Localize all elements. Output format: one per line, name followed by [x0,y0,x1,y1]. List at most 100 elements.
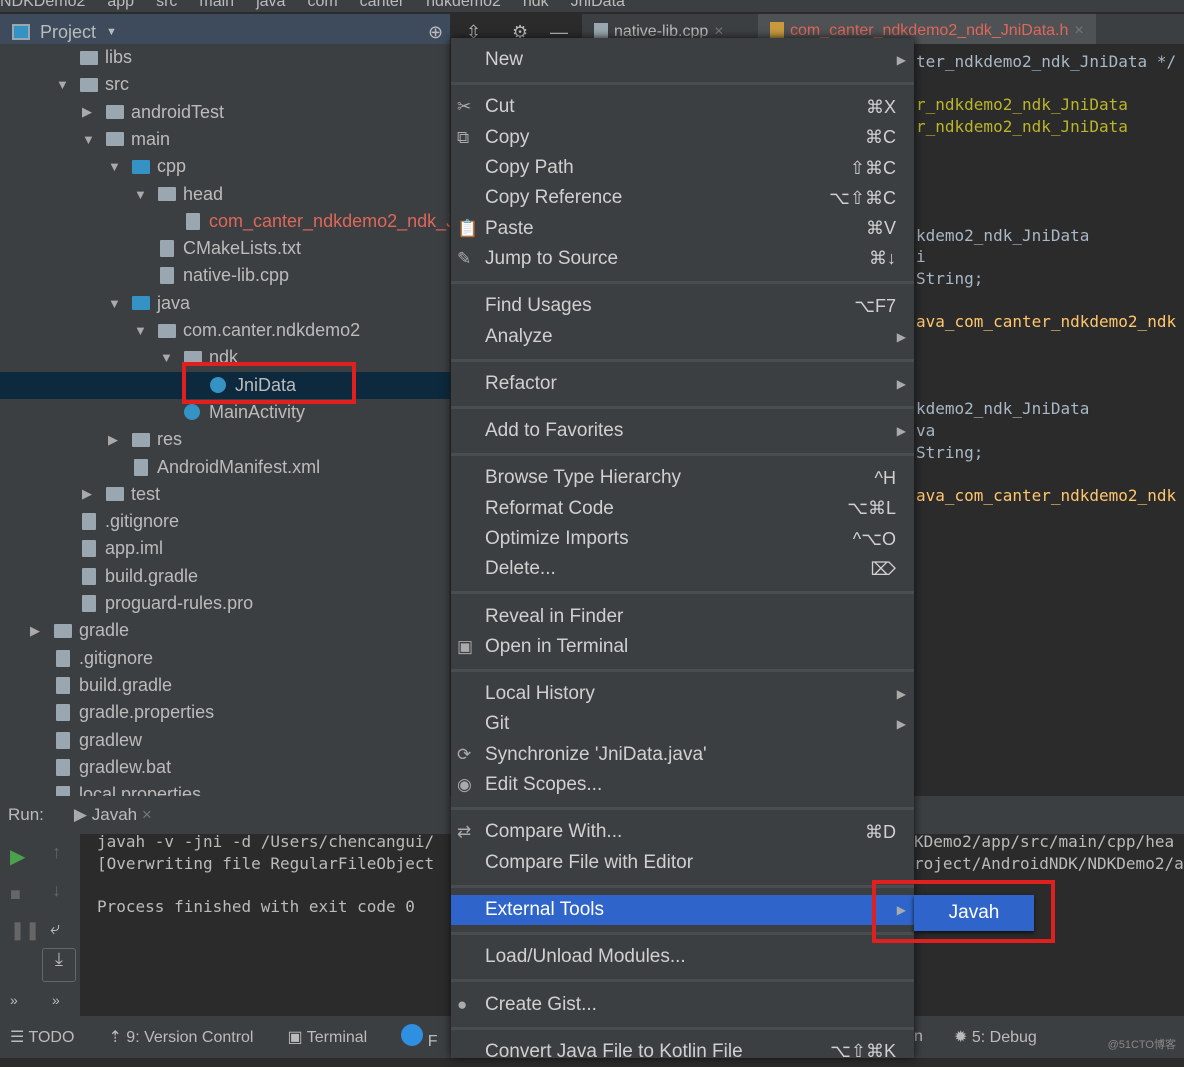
expanded-arrow-icon[interactable]: ▼ [108,296,121,311]
menu-separator [451,75,914,92]
expanded-arrow-icon[interactable]: ▼ [56,77,69,92]
tool-run[interactable]: n [914,1028,923,1046]
tree-item[interactable]: com_canter_ndkdemo2_ndk_JniData.h [0,208,450,235]
menu-item-create-gist[interactable]: ● Create Gist... [451,989,914,1019]
tree-item[interactable]: gradle.properties [0,699,450,726]
menu-item-reformat-code[interactable]: Reformat Code ⌥⌘L [451,494,914,524]
pause-icon[interactable]: ❚❚ [10,920,40,941]
tree-item[interactable]: ▶ androidTest [0,99,450,126]
menu-item-open-in-terminal[interactable]: ▣ Open in Terminal [451,632,914,662]
stop-icon[interactable]: ■ [10,884,21,905]
breadcrumb-item[interactable]: src [156,0,177,10]
rerun-icon[interactable]: ▶ [10,844,25,869]
menu-item-browse-type-hierarchy[interactable]: Browse Type Hierarchy ^H [451,463,914,493]
tree-item-label: com_canter_ndkdemo2_ndk_JniData.h [209,210,450,231]
tree-item[interactable]: local.properties [0,781,450,796]
tree-item[interactable]: ▼ java [0,290,450,317]
menu-item-cut[interactable]: ✂ Cut ⌘X [451,92,914,122]
menu-item-edit-scopes[interactable]: ◉ Edit Scopes... [451,770,914,800]
tree-item[interactable]: build.gradle [0,672,450,699]
tool-label: 9: Version Control [126,1029,254,1046]
expanded-arrow-icon[interactable]: ▼ [160,350,173,365]
soft-wrap-icon[interactable]: ⤶ [50,918,60,939]
tree-item[interactable]: native-lib.cpp [0,262,450,289]
scroll-to-end-icon[interactable]: ⤓ [42,948,76,982]
submenu-arrow-icon: ▶ [896,329,906,344]
tool-terminal[interactable]: ▣ Terminal [287,1027,367,1047]
collapsed-arrow-icon[interactable]: ▶ [108,432,118,448]
menu-item-compare-with[interactable]: ⇄ Compare With... ⌘D [451,817,914,847]
breadcrumb-item[interactable]: app [107,0,134,10]
breadcrumb-item[interactable]: com [307,0,337,10]
up-icon[interactable]: ↑ [52,842,61,863]
chevron-down-icon[interactable]: ▼ [106,26,117,38]
menu-item-synchronize-jnidata-java[interactable]: ⟳ Synchronize 'JniData.java' [451,740,914,770]
expanded-arrow-icon[interactable]: ▼ [108,159,121,174]
menu-item-optimize-imports[interactable]: Optimize Imports ^⌥O [451,524,914,554]
tool-f[interactable]: F [401,1023,437,1051]
collapsed-arrow-icon[interactable]: ▶ [30,623,40,639]
menu-item-reveal-in-finder[interactable]: Reveal in Finder [451,601,914,631]
more-icon[interactable]: » [10,992,18,1008]
menu-item-add-to-favorites[interactable]: Add to Favorites ▶ [451,416,914,446]
tree-item[interactable]: app.iml [0,535,450,562]
breadcrumb-item[interactable]: canter [360,0,404,10]
tree-item[interactable]: ▼ main [0,126,450,153]
tree-item[interactable]: libs [0,44,450,71]
tool-version-control[interactable]: ⇡ 9: Version Control [108,1027,253,1047]
tree-item[interactable]: gradlew [0,727,450,754]
breadcrumb-item[interactable]: JniData [571,0,625,10]
menu-item-jump-to-source[interactable]: ✎ Jump to Source ⌘↓ [451,244,914,274]
menu-item-git[interactable]: Git ▶ [451,709,914,739]
menu-item-convert-java-file-to-kotlin-file[interactable]: Convert Java File to Kotlin File ⌥⇧⌘K [451,1037,914,1067]
tree-item[interactable]: ▼ src [0,71,450,98]
menu-item-compare-file-with-editor[interactable]: Compare File with Editor [451,848,914,878]
tree-item[interactable]: ▶ test [0,481,450,508]
tree-item[interactable]: AndroidManifest.xml [0,454,450,481]
breadcrumb-item[interactable]: ndkdemo2 [426,0,501,10]
project-view-selector[interactable]: Project [40,22,96,43]
menu-item-load-unload-modules[interactable]: Load/Unload Modules... [451,942,914,972]
collapsed-arrow-icon[interactable]: ▶ [82,486,92,502]
expanded-arrow-icon[interactable]: ▼ [134,187,147,202]
menu-item-paste[interactable]: 📋 Paste ⌘V [451,213,914,243]
tree-item[interactable]: .gitignore [0,508,450,535]
menu-item-copy-reference[interactable]: Copy Reference ⌥⇧⌘C [451,183,914,213]
breadcrumb-item[interactable]: NDKDemo2 [0,0,85,10]
menu-item-analyze[interactable]: Analyze ▶ [451,321,914,351]
expanded-arrow-icon[interactable]: ▼ [82,132,95,147]
breadcrumb-item[interactable]: main [199,0,234,10]
menu-item-delete[interactable]: Delete... ⌦ [451,554,914,584]
close-icon[interactable]: × [1074,22,1083,40]
breadcrumb-item[interactable]: java [256,0,285,10]
menu-item-copy-path[interactable]: Copy Path ⇧⌘C [451,153,914,183]
tree-item[interactable]: ▼ head [0,181,450,208]
locate-icon[interactable]: ⊕ [428,22,443,43]
menu-item-copy[interactable]: ⧉ Copy ⌘C [451,123,914,153]
down-icon[interactable]: ↓ [52,880,61,901]
tool-debug[interactable]: ✹ 5: Debug [954,1027,1037,1047]
tree-item[interactable]: build.gradle [0,563,450,590]
menu-item-new[interactable]: New ▶ [451,45,914,75]
tree-item[interactable]: .gitignore [0,645,450,672]
tree-item[interactable]: CMakeLists.txt [0,235,450,262]
tree-item[interactable]: ▼ com.canter.ndkdemo2 [0,317,450,344]
tree-item[interactable]: ▶ gradle [0,617,450,644]
menu-item-refactor[interactable]: Refactor ▶ [451,369,914,399]
tree-item[interactable]: ▼ cpp [0,153,450,180]
close-icon[interactable]: × [142,805,152,824]
collapsed-arrow-icon[interactable]: ▶ [82,104,92,120]
tree-item[interactable]: proguard-rules.pro [0,590,450,617]
breadcrumb-item[interactable]: ndk [523,0,549,10]
menu-item-label: New [485,49,524,71]
menu-item-find-usages[interactable]: Find Usages ⌥F7 [451,291,914,321]
expanded-arrow-icon[interactable]: ▼ [134,323,147,338]
tool-todo[interactable]: ☰ TODO [10,1027,74,1047]
menu-item-external-tools[interactable]: External Tools ▶ [451,894,914,926]
tree-item[interactable]: ▶ res [0,426,450,453]
menu-item-local-history[interactable]: Local History ▶ [451,679,914,709]
more-icon[interactable]: » [52,992,60,1008]
run-tab-javah[interactable]: ▶ Javah × [74,805,152,825]
code-editor[interactable]: ter_ndkdemo2_ndk_JniData */ r_ndkdemo2_nd… [914,44,1184,796]
tree-item[interactable]: gradlew.bat [0,754,450,781]
